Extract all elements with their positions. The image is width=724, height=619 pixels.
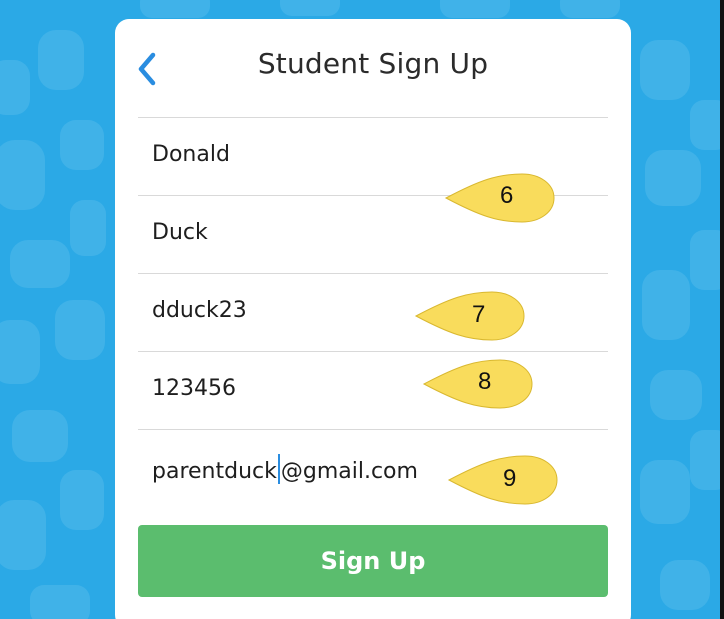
callout-6: 6 xyxy=(440,170,590,226)
callout-number: 7 xyxy=(472,301,486,328)
card-header: Student Sign Up xyxy=(115,19,631,117)
sign-up-button[interactable]: Sign Up xyxy=(138,525,608,597)
callout-number: 9 xyxy=(503,465,517,492)
callout-7: 7 xyxy=(410,288,560,344)
email-text-after-caret: @gmail.com xyxy=(280,459,418,484)
last-name-field[interactable]: Duck xyxy=(152,220,208,245)
callout-bubble-icon xyxy=(444,173,555,223)
window-edge xyxy=(720,0,724,619)
callout-8: 8 xyxy=(418,356,568,412)
callout-9: 9 xyxy=(443,452,593,508)
password-field[interactable]: 123456 xyxy=(152,376,236,401)
callout-number: 6 xyxy=(500,182,514,209)
parent-email-field[interactable]: parentduck @gmail.com xyxy=(152,454,418,484)
username-field[interactable]: dduck23 xyxy=(152,298,247,323)
first-name-field[interactable]: Donald xyxy=(152,142,230,167)
callout-number: 8 xyxy=(478,368,492,395)
email-text-before-caret: parentduck xyxy=(152,459,277,484)
callout-bubble-icon xyxy=(447,455,558,505)
page-title: Student Sign Up xyxy=(257,47,489,80)
callout-bubble-icon xyxy=(422,359,533,409)
text-caret xyxy=(277,454,280,484)
